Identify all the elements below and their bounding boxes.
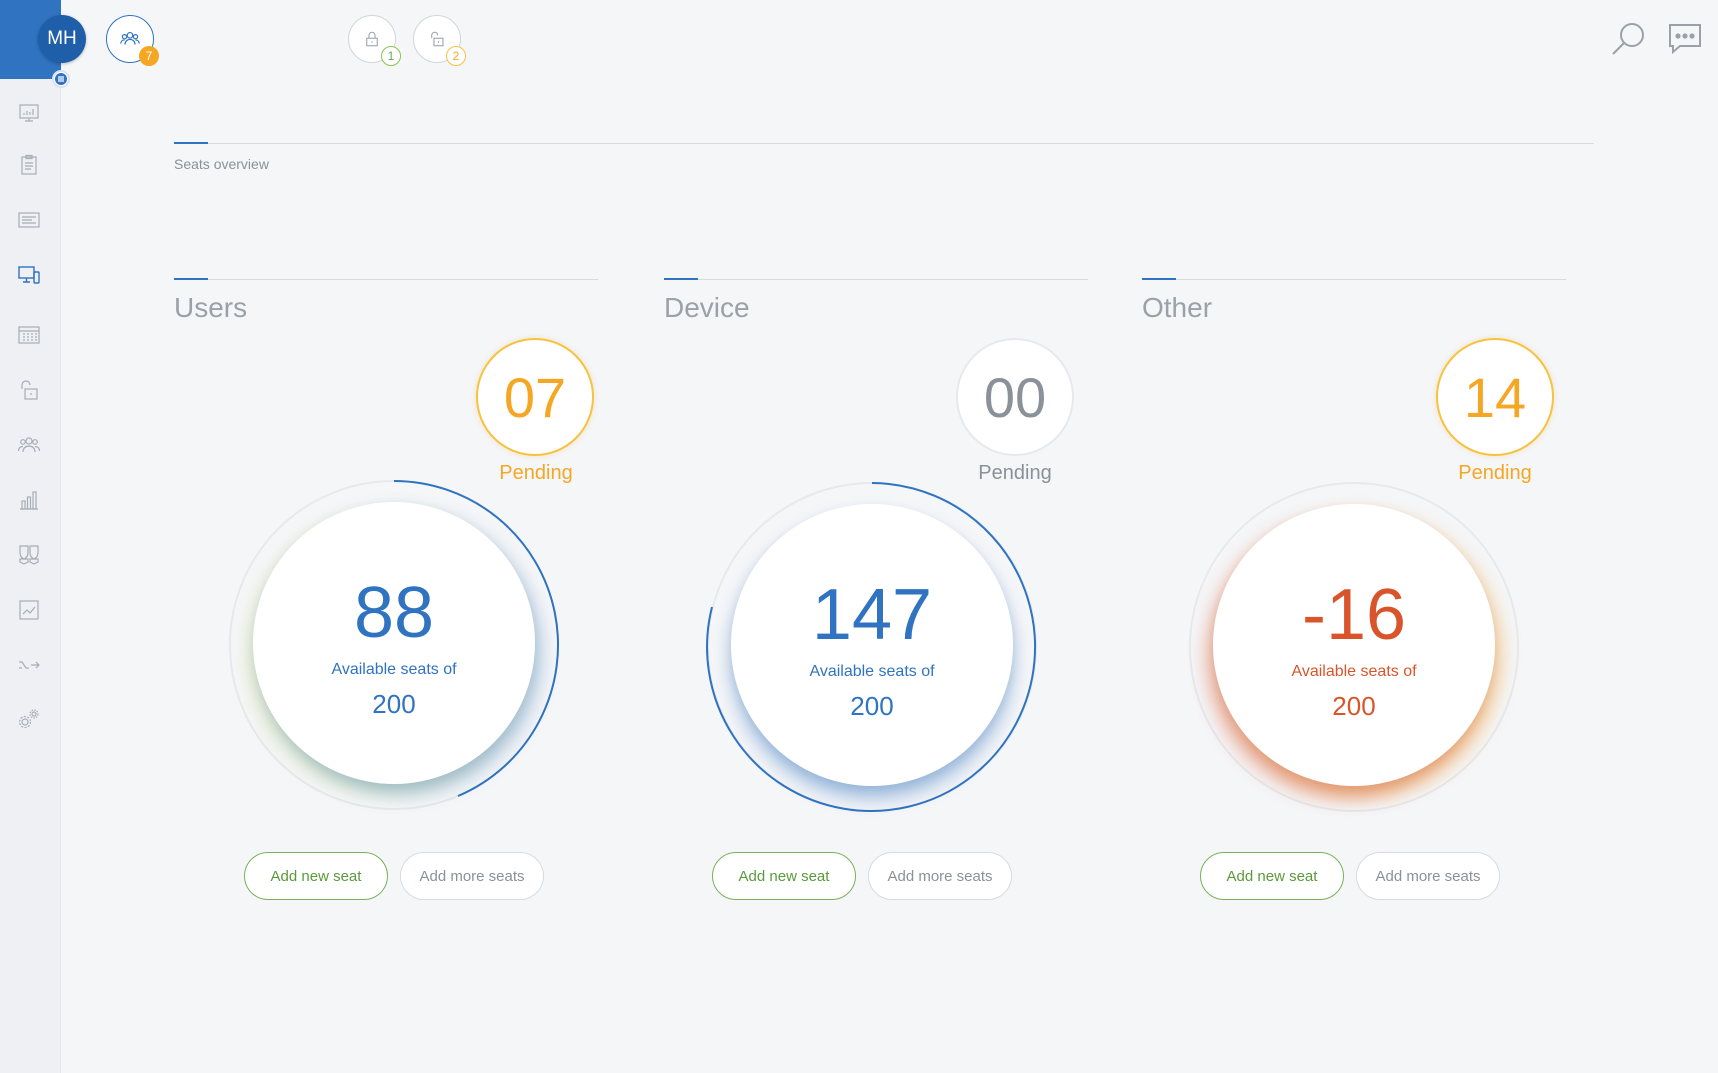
gears-icon[interactable] — [16, 706, 42, 732]
unlock-icon — [431, 31, 444, 47]
panel-divider — [174, 278, 598, 280]
add-new-seat-button[interactable]: Add new seat — [712, 852, 856, 900]
panel-divider — [664, 278, 1088, 280]
unlock-icon[interactable] — [16, 377, 42, 403]
pending-indicator: 07 — [476, 338, 594, 456]
add-new-seat-button[interactable]: Add new seat — [244, 852, 388, 900]
locked-seats-button[interactable]: 1 — [348, 15, 401, 66]
total-seats-value: 200 — [1332, 691, 1376, 721]
available-seats-value: 88 — [353, 573, 435, 653]
seats-gauge: 147 Available seats of 200 — [702, 477, 1042, 817]
other-panel: Other 14 Pending -16 Available seats of … — [1142, 270, 1566, 910]
clipboard-icon[interactable] — [16, 152, 42, 178]
total-seats-value: 200 — [850, 691, 894, 721]
device-panel: Device 00 Pending 147 Available seats of… — [664, 270, 1088, 910]
users-count-badge: 7 — [139, 46, 159, 66]
add-more-seats-button[interactable]: Add more seats — [400, 852, 544, 900]
sidebar — [0, 0, 61, 1073]
shields-icon[interactable] — [16, 542, 42, 568]
users-icon[interactable] — [16, 432, 42, 458]
shuffle-icon[interactable] — [16, 652, 42, 678]
pending-count: 14 — [1443, 345, 1547, 449]
users-seats-button[interactable]: 7 — [106, 15, 159, 66]
pending-count: 07 — [483, 345, 587, 449]
locked-count-badge: 1 — [381, 46, 401, 66]
add-new-seat-button[interactable]: Add new seat — [1200, 852, 1344, 900]
grid-icon[interactable] — [16, 322, 42, 348]
devices-icon[interactable] — [16, 262, 42, 288]
section-title: Seats overview — [174, 156, 269, 172]
available-seats-label: Available seats of — [1291, 663, 1417, 680]
pending-count: 00 — [963, 345, 1067, 449]
panel-title: Users — [174, 292, 248, 323]
seats-gauge: -16 Available seats of 200 — [1184, 477, 1524, 817]
bar-chart-icon[interactable] — [16, 487, 42, 513]
available-seats-label: Available seats of — [331, 661, 457, 678]
list-icon[interactable] — [16, 207, 42, 233]
panel-title: Other — [1142, 292, 1213, 323]
dashboard-icon[interactable] — [16, 100, 42, 126]
search-icon[interactable] — [1610, 20, 1648, 63]
unlocked-count-badge: 2 — [446, 46, 466, 66]
users-icon — [120, 31, 140, 45]
available-seats-label: Available seats of — [809, 663, 935, 680]
available-seats-value: 147 — [811, 575, 933, 655]
avatar[interactable]: MH — [38, 15, 86, 63]
seats-gauge: 88 Available seats of 200 — [224, 475, 564, 815]
menu-toggle-button[interactable] — [52, 70, 70, 88]
available-seats-value: -16 — [1301, 575, 1407, 655]
users-panel: Users 07 Pending 88 Available seats of 2… — [174, 270, 598, 910]
hamburger-icon — [55, 73, 67, 85]
pending-indicator: 00 — [956, 338, 1074, 456]
lock-icon — [366, 31, 378, 47]
add-more-seats-button[interactable]: Add more seats — [1356, 852, 1500, 900]
chat-icon[interactable] — [1666, 22, 1704, 61]
panel-divider — [1142, 278, 1566, 280]
unlocked-seats-button[interactable]: 2 — [413, 15, 466, 66]
total-seats-value: 200 — [372, 689, 416, 719]
trend-chart-icon[interactable] — [16, 597, 42, 623]
pending-indicator: 14 — [1436, 338, 1554, 456]
add-more-seats-button[interactable]: Add more seats — [868, 852, 1012, 900]
section-divider — [174, 142, 1594, 144]
panel-title: Device — [664, 292, 750, 323]
